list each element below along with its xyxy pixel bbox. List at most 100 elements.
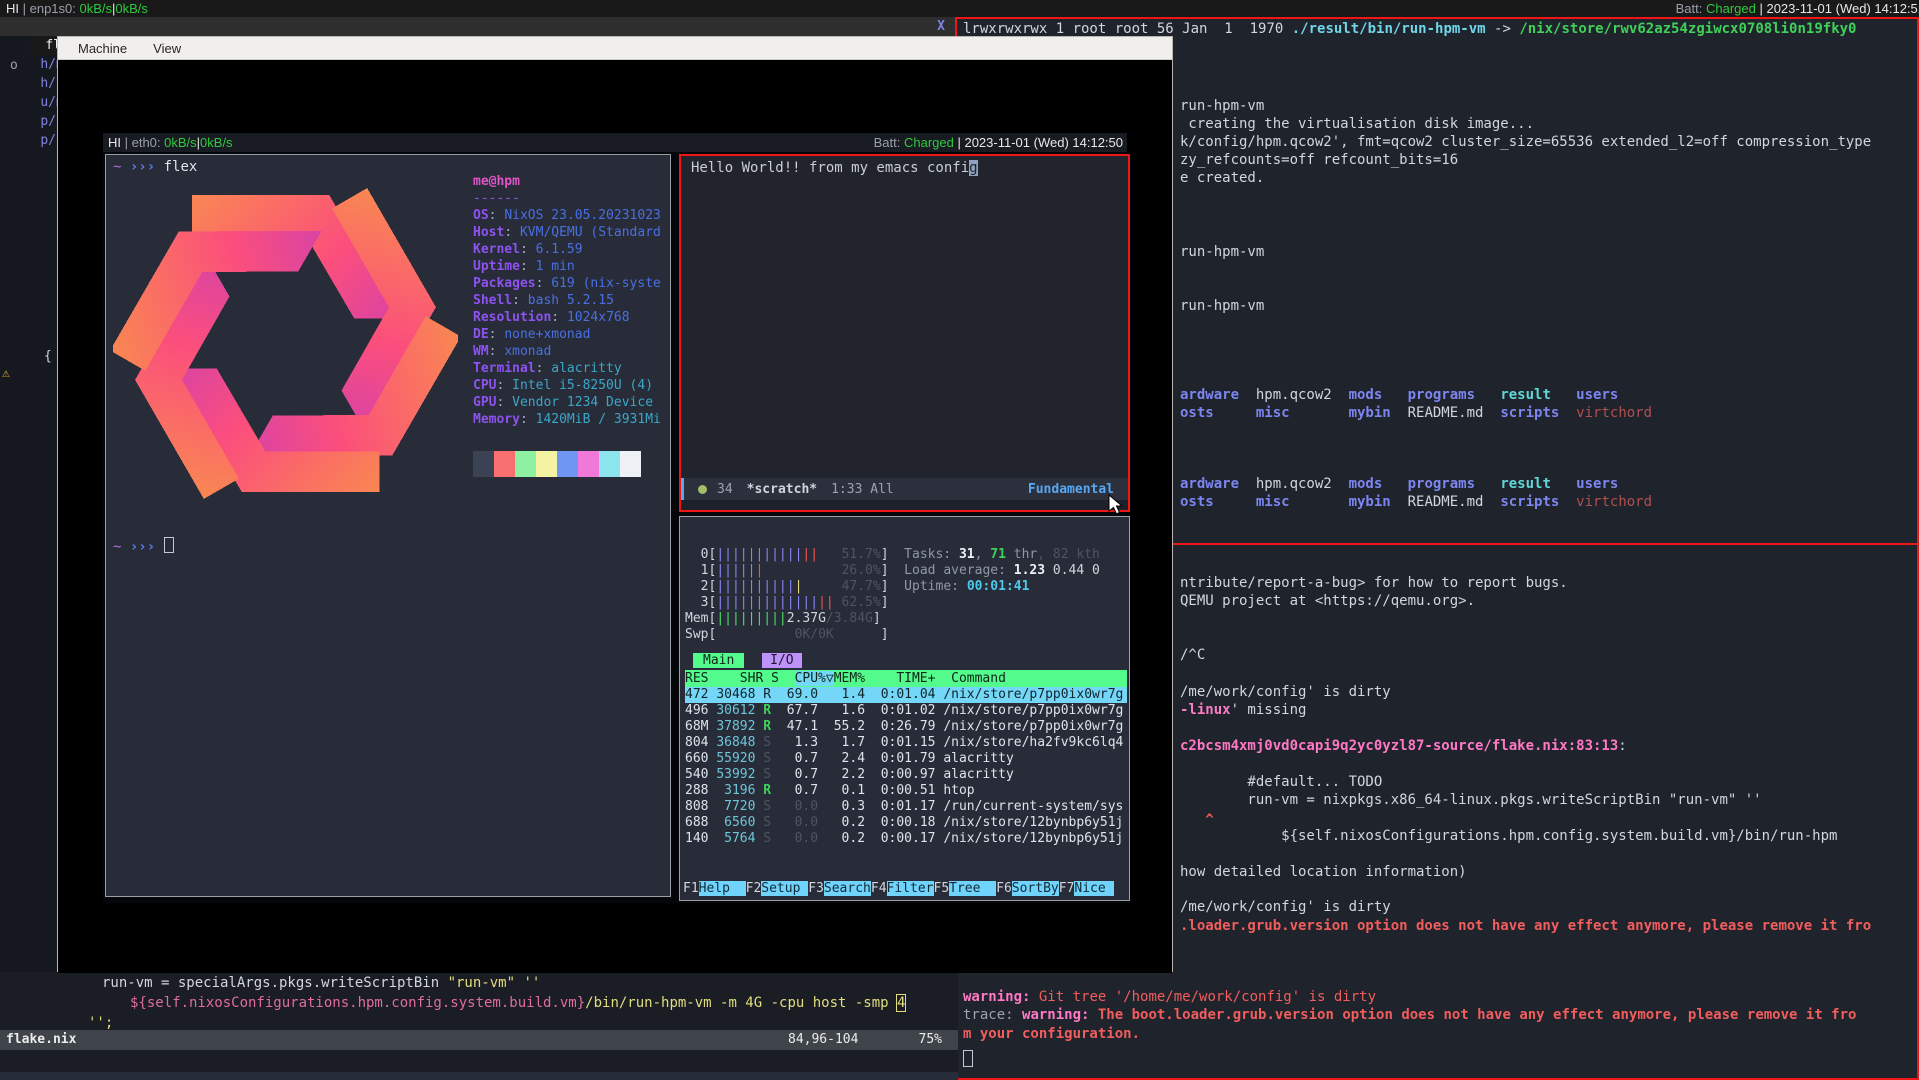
palette-swatch	[599, 451, 620, 464]
modeline-buffer-pos: 34	[717, 482, 733, 497]
neofetch-info: me@hpm------OS: NixOS 23.05.20231023Host…	[473, 173, 661, 428]
htop-fkey-action[interactable]: Nice	[1074, 881, 1105, 896]
neofetch-entry: Kernel: 6.1.59	[473, 241, 661, 258]
htop-window[interactable]: 0[||||||||||||| 51.7%] Tasks: 31, 71 thr…	[679, 516, 1130, 901]
terminal-line: ardware hpm.qcow2 mods programs result u…	[1180, 386, 1618, 404]
htop-fkey-action[interactable]: Setup	[761, 881, 808, 896]
htop-function-keys: F1Help F2Setup F3SearchF4FilterF5Tree F6…	[683, 880, 1114, 897]
htop-fkey-action[interactable]: Help	[699, 881, 746, 896]
vm-screen: HI | eth0: 0kB/s|0kB/s Batt: Charged | 2…	[103, 133, 1127, 903]
neofetch-entry: WM: xmonad	[473, 343, 661, 360]
vim-code-lines: run-vm = specialArgs.pkgs.writeScriptBin…	[0, 972, 958, 1030]
htop-fkey[interactable]: F6	[996, 881, 1012, 896]
htop-fkey-action[interactable]: SortBy	[1012, 881, 1059, 896]
htop-meter-line: 0[||||||||||||| 51.7%] Tasks: 31, 71 thr…	[685, 547, 1127, 563]
vim-scroll-percent: 75%	[919, 1030, 942, 1050]
menu-view[interactable]: View	[153, 41, 181, 56]
mouse-cursor	[1108, 494, 1124, 516]
htop-process-row[interactable]: 808 7720 S 0.0 0.3 0:01.17 /run/current-…	[685, 799, 1127, 815]
modeline-buffer-name: *scratch*	[747, 482, 817, 497]
palette-swatch	[557, 451, 578, 464]
menu-machine[interactable]: Machine	[78, 41, 127, 56]
htop-fkey-action[interactable]: Filter	[887, 881, 934, 896]
htop-process-row[interactable]: 68M 37892 R 47.1 55.2 0:26.79 /nix/store…	[685, 719, 1127, 735]
modeline-accent-bar	[681, 478, 684, 500]
neofetch-entry: Packages: 619 (nix-syste	[473, 275, 661, 292]
htop-process-row[interactable]: 496 30612 R 67.7 1.6 0:01.02 /nix/store/…	[685, 703, 1127, 719]
htop-fkey[interactable]: F5	[934, 881, 950, 896]
htop-process-row[interactable]: 804 36848 S 1.3 1.7 0:01.15 /nix/store/h…	[685, 735, 1127, 751]
neofetch-entry: Host: KVM/QEMU (Standard	[473, 224, 661, 241]
emacs-modeline: 34 *scratch* 1:33 All Fundamental	[681, 478, 1128, 500]
htop-process-row[interactable]: 540 53992 S 0.7 2.2 0:00.97 alacritty	[685, 767, 1127, 783]
modeline-status-dot	[698, 485, 707, 494]
htop-meters: 0[||||||||||||| 51.7%] Tasks: 31, 71 thr…	[685, 547, 1127, 643]
qemu-menubar: Machine View	[58, 37, 1172, 60]
vim-tabline: flake.nix h/main.nix h/hpm.nix u/m/defau…	[0, 17, 955, 36]
terminal-line: osts misc mybin README.md scripts virtch…	[1180, 493, 1652, 511]
terminal-line: run-vm = nixpkgs.x86_64-linux.pkgs.write…	[1180, 791, 1762, 809]
htop-process-row[interactable]: 688 6560 S 0.0 0.2 0:00.18 /nix/store/12…	[685, 815, 1127, 831]
terminal-line: how detailed location information)	[1180, 863, 1467, 881]
vm-terminal-window[interactable]: ~ ››› flex	[105, 154, 671, 897]
htop-fkey-cut	[1106, 881, 1114, 896]
vim-text-fragment: {	[44, 349, 52, 364]
htop-sort-column[interactable]: CPU%▽	[795, 671, 834, 686]
terminal-line: m your configuration.	[963, 1025, 1140, 1043]
palette-swatch	[536, 451, 557, 464]
htop-fkey-action[interactable]: Search	[824, 881, 871, 896]
shell-prompt-line: ~ ››› flex	[113, 159, 197, 175]
qemu-window[interactable]: Machine View HI | eth0: 0kB/s|0kB/s Batt…	[57, 36, 1173, 972]
palette-swatch	[620, 451, 641, 464]
htop-fkey[interactable]: F1	[683, 881, 699, 896]
neofetch-entry: DE: none+xmonad	[473, 326, 661, 343]
terminal-line: warning: Git tree '/home/me/work/config'…	[963, 988, 1376, 1006]
terminal-cursor	[164, 537, 174, 553]
terminal-line: c2bcsm4xmj0vd0capi9q2yc0yzl87-source/fla…	[1180, 737, 1627, 755]
htop-meter-line: 3[||||||||||||||| 62.5%]	[685, 595, 1127, 611]
htop-meter-line: Mem[|||||||||2.37G/3.84G]	[685, 611, 1127, 627]
terminal-line: .loader.grub.version option does not hav…	[1180, 917, 1871, 935]
palette-swatch	[599, 464, 620, 477]
terminal-line: zy_refcounts=off refcount_bits=16	[1180, 151, 1458, 169]
neofetch-user-host: me@hpm	[473, 173, 661, 190]
htop-table-header[interactable]: RES SHR S CPU%▽MEM% TIME+ Command	[685, 670, 1127, 687]
htop-fkey[interactable]: F2	[746, 881, 762, 896]
htop-fkey[interactable]: F4	[871, 881, 887, 896]
terminal-line: run-hpm-vm	[1180, 97, 1264, 115]
terminal-line: osts misc mybin README.md scripts virtch…	[1180, 404, 1652, 422]
vim-cursor-position: 84,96-104	[788, 1030, 858, 1050]
neofetch-entry: CPU: Intel i5-8250U (4)	[473, 377, 661, 394]
htop-process-row[interactable]: 140 5764 S 0.0 0.2 0:00.17 /nix/store/12…	[685, 831, 1127, 847]
neofetch-entry: Resolution: 1024x768	[473, 309, 661, 326]
desktop-screen: HI | enp1s0: 0kB/s|0kB/s Batt: Charged |…	[0, 0, 1919, 1080]
terminal-line: ${self.nixosConfigurations.hpm.config.sy…	[1180, 827, 1837, 845]
terminal-line: run-vm = specialArgs.pkgs.writeScriptBin…	[102, 974, 540, 992]
vim-text-fragment: ⚠	[2, 366, 10, 381]
neofetch-entry: Uptime: 1 min	[473, 258, 661, 275]
palette-swatch	[578, 451, 599, 464]
terminal-line: creating the virtualisation disk image..…	[1180, 115, 1534, 133]
htop-fkey[interactable]: F7	[1059, 881, 1075, 896]
palette-swatch	[536, 464, 557, 477]
htop-process-row[interactable]: 472 30468 R 69.0 1.4 0:01.04 /nix/store/…	[685, 687, 1127, 703]
htop-tab-main[interactable]: Main	[693, 653, 744, 668]
terminal-line: run-hpm-vm	[1180, 297, 1264, 315]
tabline-close-icon[interactable]: X	[937, 17, 945, 36]
vim-text-fragment: o	[10, 58, 18, 73]
neofetch-separator: ------	[473, 190, 661, 207]
qemu-display[interactable]: HI | eth0: 0kB/s|0kB/s Batt: Charged | 2…	[58, 60, 1172, 973]
nixos-logo	[113, 181, 458, 506]
terminal-line: trace: warning: The boot.loader.grub.ver…	[963, 1006, 1856, 1024]
htop-process-row[interactable]: 288 3196 R 0.7 0.1 0:00.51 htop	[685, 783, 1127, 799]
htop-fkey-action[interactable]: Tree	[949, 881, 996, 896]
htop-tab-io[interactable]: I/O	[762, 653, 801, 668]
vim-editor-bottom[interactable]: run-vm = specialArgs.pkgs.writeScriptBin…	[0, 972, 958, 1080]
emacs-buffer[interactable]: Hello World!! from my emacs config	[681, 156, 1128, 478]
neofetch-entry: Terminal: alacritty	[473, 360, 661, 377]
emacs-window[interactable]: Hello World!! from my emacs config 34 *s…	[679, 154, 1130, 512]
htop-process-row[interactable]: 660 55920 S 0.7 2.4 0:01.79 alacritty	[685, 751, 1127, 767]
palette-swatch	[578, 464, 599, 477]
htop-fkey[interactable]: F3	[808, 881, 824, 896]
terminal-cursor	[963, 1050, 973, 1067]
